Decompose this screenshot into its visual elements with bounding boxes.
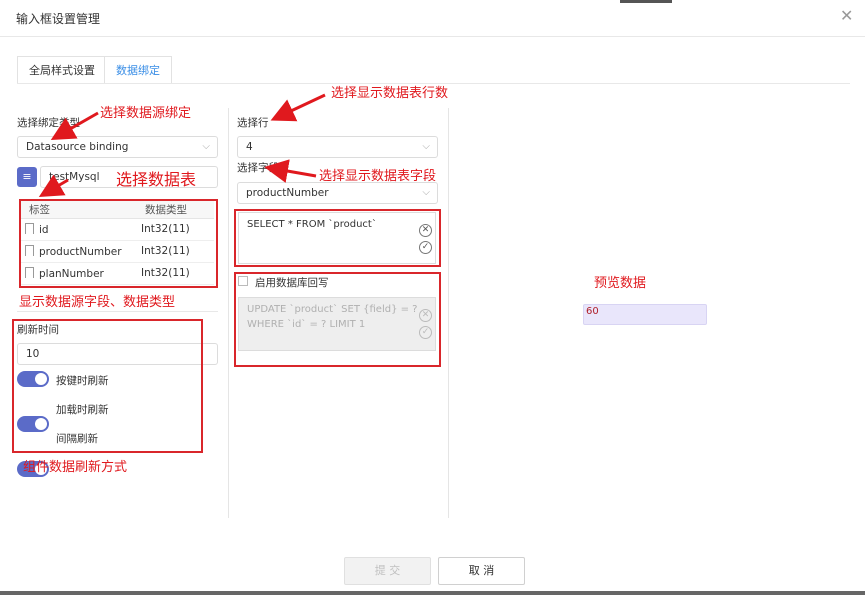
arrow-field — [264, 159, 317, 183]
submit-button[interactable]: 提 交 — [344, 557, 431, 585]
arrow-table — [38, 174, 69, 198]
annotation-arrows — [38, 93, 326, 198]
arrow-binding — [50, 111, 99, 140]
arrow-rows — [270, 93, 326, 122]
cancel-button[interactable]: 取 消 — [438, 557, 525, 585]
window-bottom-border — [0, 591, 865, 595]
